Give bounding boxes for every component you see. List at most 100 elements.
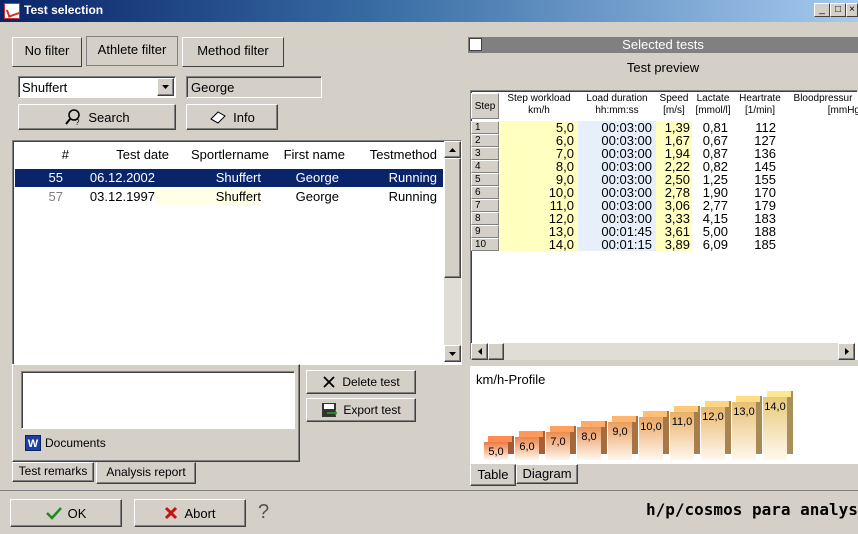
scroll-right-button[interactable] <box>838 343 855 360</box>
bar-value-label: 11,0 <box>671 416 693 428</box>
bar-value-label: 7,0 <box>550 436 566 448</box>
horizontal-scrollbar[interactable] <box>471 343 855 360</box>
profile-bar: 9,0 <box>608 416 640 460</box>
col-testmethod[interactable]: Testmethod <box>345 143 437 167</box>
step-row-header[interactable]: 3 <box>471 147 499 160</box>
first-name-field: George <box>186 76 322 98</box>
scroll-left-button[interactable] <box>471 343 488 360</box>
title-bar[interactable]: Test selection _ □ × <box>0 0 858 22</box>
help-icon[interactable]: ? <box>258 501 269 524</box>
search-button[interactable]: ? Search <box>18 104 176 130</box>
profile-bar: 8,0 <box>577 421 609 460</box>
tab-method-filter[interactable]: Method filter <box>182 37 284 67</box>
step-row-header[interactable]: 5 <box>471 173 499 186</box>
combobox-dropdown-button[interactable] <box>157 78 174 96</box>
profile-bar: 7,0 <box>546 426 578 460</box>
bar-value-label: 9,0 <box>612 426 628 438</box>
step-row-header[interactable]: 10 <box>471 238 499 251</box>
footer-divider <box>0 490 858 491</box>
grid-header-lactate: Lactate [mmol/l] <box>695 93 731 116</box>
vertical-scrollbar[interactable] <box>444 141 461 362</box>
col-test-date[interactable]: Test date <box>69 143 169 167</box>
table-row[interactable]: 57 03.12.1997 Shuffert George Running <box>15 188 443 206</box>
step-row-header[interactable]: 4 <box>471 160 499 173</box>
close-button[interactable]: × <box>846 3 858 17</box>
grid-cell-speed[interactable]: 3,89 <box>656 238 690 251</box>
profile-bar: 10,0 <box>639 411 671 460</box>
arrow-down-icon <box>449 352 456 356</box>
arrow-right-icon <box>845 348 849 355</box>
chart-title: km/h-Profile <box>476 372 546 387</box>
abort-label: Abort <box>184 505 216 521</box>
table-row[interactable]: 55 06.12.2002 Shuffert George Running <box>15 169 443 187</box>
scroll-down-button[interactable] <box>444 345 461 362</box>
tab-analysis-report[interactable]: Analysis report <box>96 462 196 484</box>
chevron-down-icon <box>162 85 169 89</box>
grid-cell-heartrate[interactable]: 185 <box>734 238 776 251</box>
info-button[interactable]: Info <box>186 104 278 130</box>
test-preview-label: Test preview <box>626 60 700 75</box>
delete-x-icon <box>323 376 335 388</box>
bar-value-label: 6,0 <box>519 441 535 453</box>
info-eraser-icon <box>210 111 226 124</box>
profile-bar: 11,0 <box>670 406 702 460</box>
col-number[interactable]: # <box>15 143 69 167</box>
maximize-button[interactable]: □ <box>830 3 846 17</box>
step-row-header[interactable]: 2 <box>471 134 499 147</box>
scroll-thumb[interactable] <box>444 158 461 278</box>
bar-value-label: 14,0 <box>764 401 786 413</box>
tab-table[interactable]: Table <box>470 464 516 486</box>
bar-value-label: 13,0 <box>733 406 755 418</box>
tab-athlete-filter[interactable]: Athlete filter <box>86 36 178 66</box>
grid-header-workload: Step workload km/h <box>507 93 571 116</box>
profile-bar: 12,0 <box>701 401 733 460</box>
tab-no-filter[interactable]: No filter <box>12 37 82 67</box>
remarks-textarea[interactable] <box>21 371 295 429</box>
step-row-header[interactable]: 7 <box>471 199 499 212</box>
minimize-button[interactable]: _ <box>814 3 830 17</box>
grid-cell-duration[interactable]: 00:01:15 <box>578 238 652 251</box>
abort-button[interactable]: Abort <box>134 499 246 527</box>
delete-test-button[interactable]: Delete test <box>306 370 416 394</box>
test-selection-window: Test selection _ □ × No filter Athlete f… <box>0 0 858 534</box>
bar-value-label: 12,0 <box>702 411 724 423</box>
profile-bar: 13,0 <box>732 396 764 460</box>
export-test-button[interactable]: Export test <box>306 398 416 422</box>
info-label: Info <box>233 109 255 125</box>
step-row-header[interactable]: 8 <box>471 212 499 225</box>
export-test-label: Export test <box>343 403 401 417</box>
window-title: Test selection <box>24 3 104 17</box>
tab-test-remarks[interactable]: Test remarks <box>12 462 94 482</box>
tests-table-header: # Test date Sportlername First name Test… <box>15 143 443 167</box>
ok-label: OK <box>67 505 87 521</box>
athlete-combobox[interactable]: Shuffert <box>18 76 176 98</box>
grid-header-speed: Speed [m/s] <box>659 93 689 116</box>
step-row-header[interactable]: 6 <box>471 186 499 199</box>
word-document-icon: W <box>25 435 41 451</box>
grid-cell-lactate[interactable]: 6,09 <box>692 238 728 251</box>
test-preview-grid: Step Step workload km/h Load duration hh:m… <box>470 90 858 360</box>
selected-tests-label: Selected tests <box>622 37 704 52</box>
bar-value-label: 5,0 <box>488 446 504 458</box>
export-disk-icon <box>322 403 338 417</box>
col-first-name[interactable]: First name <box>269 143 345 167</box>
tests-table: # Test date Sportlername First name Test… <box>12 140 462 365</box>
profile-bar: 5,0 <box>484 436 516 460</box>
checkmark-icon <box>45 507 62 520</box>
scroll-up-button[interactable] <box>444 141 461 158</box>
hscroll-thumb[interactable] <box>488 343 504 360</box>
profile-bar: 6,0 <box>515 431 547 460</box>
step-header: Step <box>471 93 499 119</box>
step-row-header[interactable]: 9 <box>471 225 499 238</box>
step-row-header[interactable]: 1 <box>471 121 499 134</box>
arrow-up-icon <box>449 148 456 152</box>
ok-button[interactable]: OK <box>10 499 122 527</box>
bar-value-label: 10,0 <box>640 421 662 433</box>
bar-value-label: 8,0 <box>581 431 597 443</box>
grid-header-bloodpressure: Bloodpressur [mmHg <box>793 93 858 116</box>
col-sportlername[interactable]: Sportlername <box>169 143 269 167</box>
tab-diagram[interactable]: Diagram <box>516 464 578 484</box>
grid-cell-workload[interactable]: 14,0 <box>500 238 574 251</box>
search-label: Search <box>88 109 130 125</box>
documents-link[interactable]: W Documents <box>25 435 106 451</box>
